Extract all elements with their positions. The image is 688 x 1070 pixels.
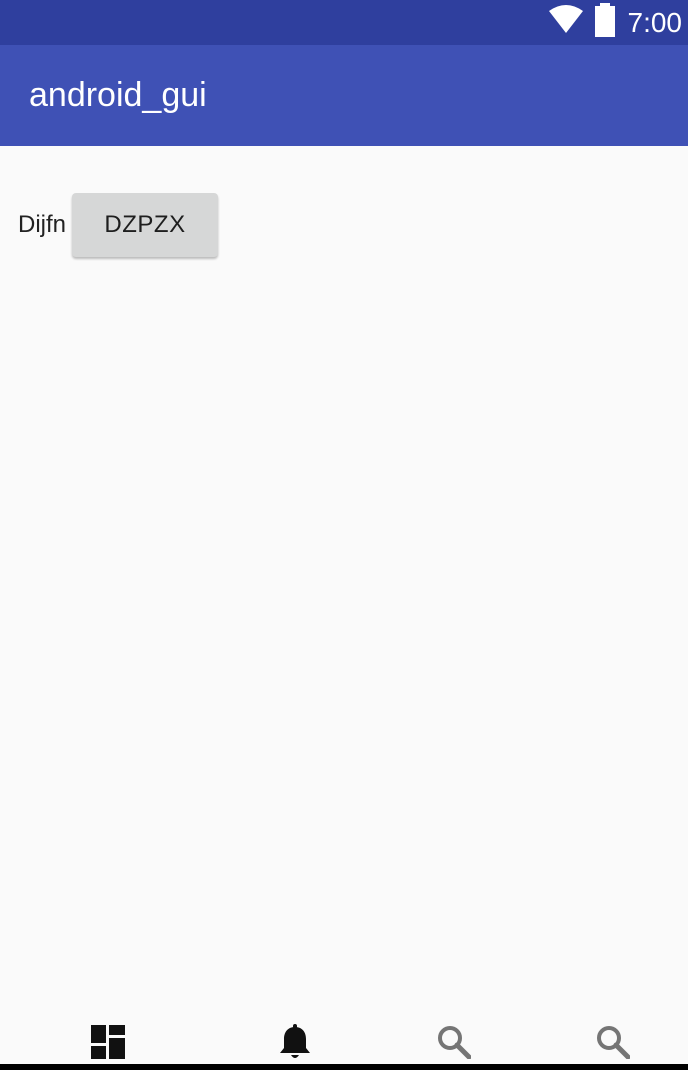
- app-bar: android_gui: [0, 45, 688, 146]
- main-content: Dijfn DZPZX: [0, 146, 688, 1006]
- action-button[interactable]: DZPZX: [72, 193, 219, 257]
- search-icon: [596, 1025, 631, 1064]
- label-button-row: Dijfn DZPZX: [18, 193, 219, 257]
- text-label: Dijfn: [18, 211, 67, 238]
- status-time: 7:00: [627, 7, 683, 38]
- system-nav-bar-edge: [0, 1064, 688, 1070]
- nav-item-dashboard[interactable]: [88, 1024, 128, 1064]
- nav-item-search-2[interactable]: [593, 1024, 633, 1064]
- status-bar: 7:00: [0, 0, 688, 45]
- nav-item-notifications[interactable]: [275, 1023, 315, 1065]
- wifi-icon: [548, 5, 584, 40]
- status-icons: 7:00: [548, 0, 683, 45]
- dashboard-icon: [91, 1024, 125, 1064]
- search-icon: [437, 1025, 472, 1064]
- nav-item-search-1[interactable]: [434, 1024, 474, 1064]
- bottom-navigation: [0, 1006, 688, 1064]
- notifications-icon: [278, 1023, 312, 1065]
- battery-icon: [594, 3, 616, 42]
- app-title: android_gui: [29, 76, 207, 114]
